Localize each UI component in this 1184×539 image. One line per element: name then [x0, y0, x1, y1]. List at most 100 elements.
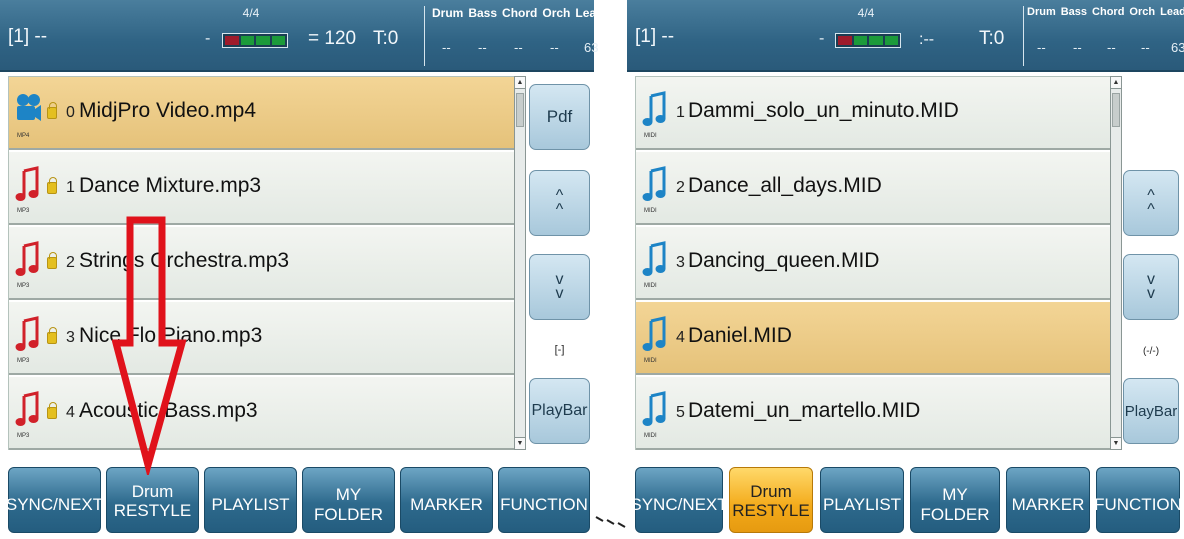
beat-meter: [222, 33, 288, 48]
sync-next-button[interactable]: SYNC/NEXT: [6, 467, 103, 533]
tempo: :--: [919, 31, 935, 48]
music-note-icon: [642, 241, 666, 276]
scroll-down-arrow-icon[interactable]: ▼: [1111, 437, 1121, 449]
scroll-up-arrow-icon[interactable]: ▲: [1111, 77, 1121, 89]
file-row[interactable]: MP3 3 Nice Flo Piano.mp3: [9, 302, 519, 375]
file-name: Acoustic Bass.mp3: [79, 399, 258, 422]
music-note-icon: [642, 316, 666, 351]
file-name: Dance_all_days.MID: [688, 174, 882, 197]
file-name: Datemi_un_martello.MID: [688, 399, 921, 422]
file-row[interactable]: MIDI 1 Dammi_solo_un_minuto.MID: [636, 77, 1114, 150]
music-note-icon: [15, 241, 39, 276]
file-list: MP4 0 MidjPro Video.mp4 MP3 1 Dance Mixt…: [8, 76, 520, 450]
mixer-labels: Drum Bass Chord Orch Lead: [432, 6, 608, 20]
mixer-label-chord: Chord: [1092, 6, 1125, 18]
file-row[interactable]: MP4 0 MidjPro Video.mp4: [9, 77, 519, 150]
file-number: 2: [66, 254, 75, 271]
file-number: 4: [676, 329, 685, 346]
mixer-label-lead: Lead: [575, 6, 604, 20]
file-row[interactable]: MIDI 4 Daniel.MID: [636, 302, 1114, 375]
right-screen: [1] -- - 4/4 :-- T:0 Drum Bass Chord Orch Le…: [627, 0, 1184, 539]
pdf-button[interactable]: Pdf: [529, 84, 590, 150]
file-type-tag: MIDI: [644, 208, 657, 214]
file-number: 1: [66, 179, 75, 196]
my-folder-button[interactable]: MY FOLDER: [910, 467, 1000, 533]
restyle-label: RESTYLE: [732, 501, 810, 520]
file-number: 4: [66, 404, 75, 421]
restyle-label: RESTYLE: [113, 501, 192, 520]
scroll-thumb[interactable]: [516, 93, 524, 127]
separator: -: [819, 30, 825, 47]
file-row[interactable]: MIDI 5 Datemi_un_martello.MID: [636, 377, 1114, 450]
page-down-button[interactable]: v v: [1123, 254, 1179, 320]
mixer-value-chord: --: [1107, 40, 1116, 55]
drum-restyle-button[interactable]: Drum RESTYLE: [729, 467, 813, 533]
status-bar: [1] -- - 4/4 :-- T:0 Drum Bass Chord Orch Le…: [627, 0, 1184, 72]
scroll-thumb[interactable]: [1112, 93, 1120, 127]
file-name: Nice Flo Piano.mp3: [79, 324, 263, 347]
file-name: Dancing_queen.MID: [688, 249, 880, 272]
mixer-label-drum: Drum: [432, 6, 464, 20]
playbar-button[interactable]: PlayBar: [1123, 378, 1179, 444]
page-up-button[interactable]: ^ ^: [1123, 170, 1179, 236]
scroll-down-arrow-icon[interactable]: ▼: [515, 437, 525, 449]
file-number: 1: [676, 104, 685, 121]
music-note-icon: [15, 166, 39, 201]
file-list: MIDI 1 Dammi_solo_un_minuto.MID MIDI 2 D…: [635, 76, 1115, 450]
function-bar: SYNC/NEXT Drum RESTYLE PLAYLIST MY FOLDE…: [0, 463, 594, 539]
file-type-tag: MP3: [17, 358, 30, 364]
page-down-button[interactable]: v v: [529, 254, 590, 320]
scroll-up-arrow-icon[interactable]: ▲: [515, 77, 525, 89]
mixer-value-lead: 63: [1171, 40, 1184, 55]
music-note-icon: [642, 391, 666, 426]
chevron-down-icon: v: [555, 285, 564, 302]
lock-icon: [47, 327, 57, 344]
file-type-tag: MIDI: [644, 283, 657, 289]
mixer-label-lead: Lead: [1160, 6, 1184, 18]
sync-next-button[interactable]: SYNC/NEXT: [630, 467, 728, 533]
track-indicator: [1] --: [8, 26, 48, 47]
playlist-button[interactable]: PLAYLIST: [204, 467, 297, 533]
file-row[interactable]: MIDI 3 Dancing_queen.MID: [636, 227, 1114, 300]
file-type-tag: MIDI: [644, 358, 657, 364]
transpose: T:0: [979, 28, 1005, 49]
chevron-up-icon: ^: [555, 201, 564, 218]
lock-icon: [47, 177, 57, 194]
drum-label: Drum: [750, 482, 792, 501]
file-row[interactable]: MP3 4 Acoustic Bass.mp3: [9, 377, 519, 450]
list-scrollbar[interactable]: ▲ ▼: [1110, 76, 1122, 450]
function-button[interactable]: FUNCTION: [1094, 467, 1182, 533]
drum-restyle-button[interactable]: Drum RESTYLE: [106, 467, 199, 533]
separator: -: [205, 30, 211, 47]
marker-button[interactable]: MARKER: [400, 467, 493, 533]
file-name: Daniel.MID: [688, 324, 792, 347]
playbar-button[interactable]: PlayBar: [529, 378, 590, 444]
playlist-button[interactable]: PLAYLIST: [820, 467, 904, 533]
mixer-value-chord: --: [514, 40, 523, 55]
file-type-tag: MP3: [17, 208, 30, 214]
my-folder-button[interactable]: MY FOLDER: [302, 467, 395, 533]
function-button[interactable]: FUNCTION: [498, 467, 590, 533]
music-note-icon: [15, 391, 39, 426]
file-number: 2: [676, 179, 685, 196]
video-camera-icon: [17, 94, 41, 121]
file-row[interactable]: MP3 1 Dance Mixture.mp3: [9, 152, 519, 225]
time-signature: 4/4: [857, 6, 875, 20]
chevron-up-icon: ^: [1147, 201, 1155, 218]
file-number: 3: [676, 254, 685, 271]
function-bar: SYNC/NEXT Drum RESTYLE PLAYLIST MY FOLDE…: [627, 463, 1184, 539]
file-number: 5: [676, 404, 685, 421]
lock-icon: [47, 252, 57, 269]
chevron-down-icon: v: [1147, 285, 1155, 302]
mixer-label-bass: Bass: [1060, 6, 1088, 18]
mixer-value-orch: --: [550, 40, 559, 55]
transition-dashes: [595, 516, 626, 528]
file-row[interactable]: MIDI 2 Dance_all_days.MID: [636, 152, 1114, 225]
list-scrollbar[interactable]: ▲ ▼: [514, 76, 526, 450]
marker-button[interactable]: MARKER: [1006, 467, 1090, 533]
page-up-button[interactable]: ^ ^: [529, 170, 590, 236]
file-row[interactable]: MP3 2 Strings Orchestra.mp3: [9, 227, 519, 300]
file-name: Dammi_solo_un_minuto.MID: [688, 99, 959, 122]
lock-icon: [47, 102, 57, 119]
mixer-label-bass: Bass: [468, 6, 498, 20]
